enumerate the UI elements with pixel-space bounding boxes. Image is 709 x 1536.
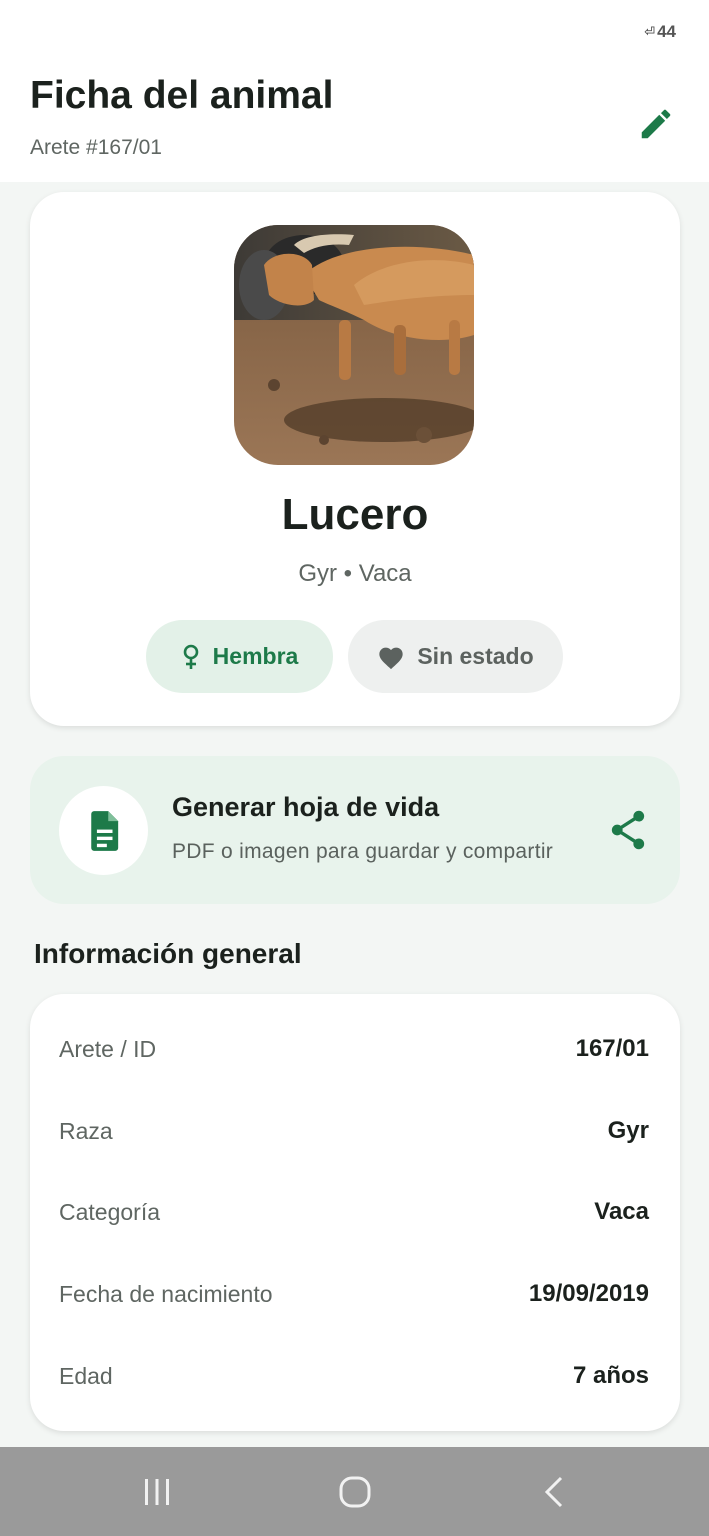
generate-life-sheet-card[interactable]: Generar hoja de vida PDF o imagen para g… bbox=[30, 756, 680, 904]
home-icon bbox=[339, 1476, 371, 1508]
screen: ⏎ 44 Ficha del animal Arete #167/01 Luce… bbox=[0, 0, 709, 1536]
document-icon-container bbox=[59, 786, 148, 875]
pencil-icon bbox=[641, 109, 671, 139]
info-label: Edad bbox=[59, 1362, 113, 1389]
edit-button[interactable] bbox=[632, 100, 680, 148]
general-info-card: Arete / ID 167/01 Raza Gyr Categoría Vac… bbox=[30, 994, 680, 1431]
info-row-tag-id: Arete / ID 167/01 bbox=[59, 1029, 649, 1069]
back-icon bbox=[544, 1476, 563, 1508]
share-icon bbox=[611, 810, 645, 850]
animal-name: Lucero bbox=[281, 490, 429, 539]
info-label: Arete / ID bbox=[59, 1035, 157, 1062]
state-chip-label: Sin estado bbox=[417, 643, 534, 669]
battery-icon: ⏎ bbox=[644, 24, 656, 39]
document-icon bbox=[90, 810, 118, 851]
info-value: 167/01 bbox=[575, 1035, 649, 1062]
info-label: Fecha de nacimiento bbox=[59, 1280, 273, 1307]
info-label: Categoría bbox=[59, 1198, 161, 1225]
generate-life-sheet-subtitle: PDF o imagen para guardar y compartir bbox=[172, 840, 554, 863]
info-row-age: Edad 7 años bbox=[59, 1356, 649, 1396]
info-row-birth-date: Fecha de nacimiento 19/09/2019 bbox=[59, 1274, 649, 1314]
general-info-heading: Información general bbox=[34, 938, 302, 969]
info-value: Gyr bbox=[607, 1117, 649, 1144]
share-button[interactable] bbox=[606, 808, 650, 852]
page-title: Ficha del animal bbox=[30, 74, 334, 117]
state-chip[interactable]: Sin estado bbox=[348, 620, 563, 693]
sex-chip-label: Hembra bbox=[212, 643, 299, 669]
recent-apps-icon bbox=[145, 1479, 169, 1505]
animal-breed-category: Gyr • Vaca bbox=[298, 560, 412, 587]
home-button[interactable] bbox=[332, 1469, 378, 1515]
sex-chip[interactable]: Hembra bbox=[146, 620, 333, 693]
info-value: 19/09/2019 bbox=[528, 1280, 649, 1307]
battery-level: 44 bbox=[657, 22, 676, 41]
recent-apps-button[interactable] bbox=[134, 1469, 180, 1515]
info-value: 7 años bbox=[572, 1362, 649, 1389]
heart-icon bbox=[379, 647, 404, 669]
animal-profile-card: Lucero Gyr • Vaca Hembra Sin estado bbox=[30, 192, 680, 726]
generate-life-sheet-title: Generar hoja de vida bbox=[172, 792, 440, 822]
status-bar: ⏎ 44 bbox=[0, 0, 709, 60]
status-indicators: ⏎ 44 bbox=[644, 22, 676, 42]
app-header: Ficha del animal Arete #167/01 bbox=[0, 60, 709, 182]
info-label: Raza bbox=[59, 1117, 113, 1144]
info-value: Vaca bbox=[594, 1198, 649, 1225]
info-row-breed: Raza Gyr bbox=[59, 1111, 649, 1151]
info-row-category: Categoría Vaca bbox=[59, 1192, 649, 1232]
page-subtitle: Arete #167/01 bbox=[30, 136, 162, 159]
animal-photo-image bbox=[234, 225, 474, 465]
animal-photo bbox=[234, 225, 474, 465]
back-button[interactable] bbox=[531, 1469, 577, 1515]
female-symbol-icon bbox=[183, 644, 198, 669]
system-navigation-bar bbox=[0, 1447, 709, 1536]
